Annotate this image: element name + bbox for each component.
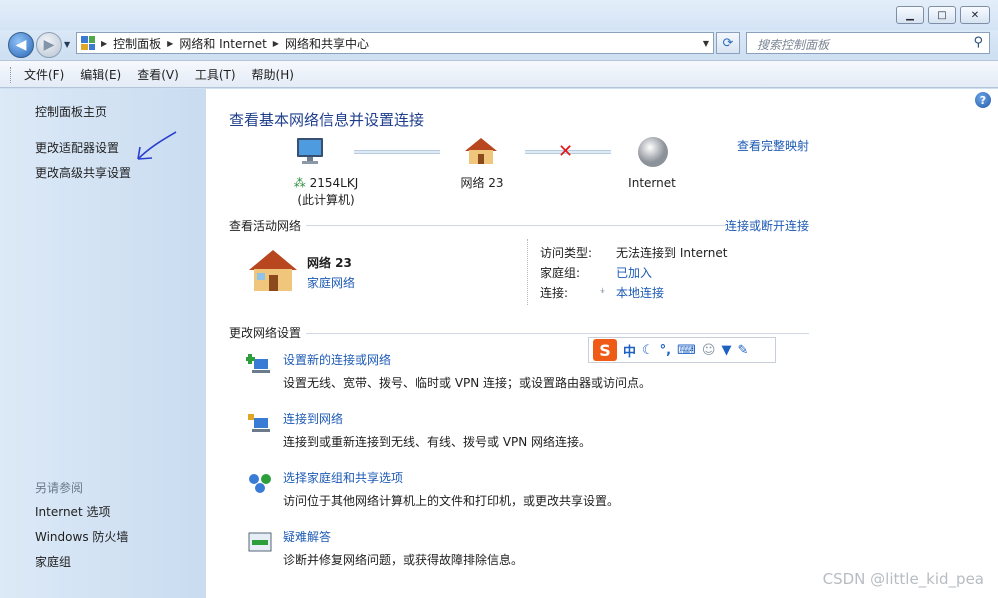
moon-icon[interactable]: ☾ — [642, 343, 654, 358]
close-button[interactable]: ✕ — [960, 6, 990, 24]
sogou-logo-icon[interactable]: S — [593, 339, 617, 361]
help-icon[interactable]: ? — [975, 92, 991, 108]
refresh-icon: ⟳ — [722, 35, 734, 51]
home-network-icon — [465, 138, 497, 164]
watermark: CSDN @little_kid_pea — [822, 570, 984, 588]
access-type-value: 无法连接到 Internet — [616, 246, 728, 260]
task-description: 设置无线、宽带、拨号、临时或 VPN 连接；或设置路由器或访问点。 — [283, 376, 652, 390]
ime-mode-toggle[interactable]: 中 — [623, 341, 636, 360]
task-description: 访问位于其他网络计算机上的文件和打印机，或更改共享设置。 — [283, 494, 620, 508]
task-description: 连接到或重新连接到无线、有线、拨号或 VPN 网络连接。 — [283, 435, 592, 449]
address-dropdown-icon[interactable]: ▼ — [703, 39, 709, 48]
refresh-button[interactable]: ⟳ — [716, 32, 740, 54]
address-bar[interactable]: ▶ 控制面板 ▶ 网络和 Internet ▶ 网络和共享中心 ▼ — [76, 32, 714, 54]
computer-name: 2154LKJ — [309, 176, 359, 190]
internet-globe-icon — [638, 137, 668, 167]
chevron-right-icon[interactable]: ▶ — [101, 39, 107, 48]
troubleshoot-link[interactable]: 疑难解答 — [283, 528, 331, 545]
forward-button[interactable]: ▶ — [36, 32, 62, 58]
keyboard-icon[interactable]: ⌨ — [677, 343, 696, 358]
sidebar-link-change-adapter-settings[interactable]: 更改适配器设置 — [35, 139, 119, 156]
address-row: ◀ ▶ ▼ ▶ 控制面板 ▶ 网络和 Internet ▶ 网络和共享中心 ▼ … — [0, 30, 998, 58]
maximize-button[interactable]: □ — [928, 6, 956, 24]
sidebar-link-internet-options[interactable]: Internet 选项 — [35, 503, 110, 520]
computer-node: ⁂ 2154LKJ (此计算机) — [266, 175, 386, 209]
sidebar: 控制面板主页 更改适配器设置 更改高级共享设置 另请参阅 Internet 选项… — [0, 89, 206, 598]
local-connection-link[interactable]: 本地连接 — [616, 284, 664, 301]
internet-node: Internet — [612, 175, 692, 192]
menu-tools[interactable]: 工具(T) — [195, 66, 236, 83]
search-input[interactable]: 搜索控制面板 ⚲ — [746, 32, 990, 54]
window-controls: ▁ □ ✕ — [896, 6, 990, 24]
active-network-name: 网络 23 — [307, 256, 352, 270]
control-panel-icon — [81, 36, 95, 50]
active-networks-heading: 查看活动网络 — [229, 219, 302, 233]
search-icon[interactable]: ⚲ — [973, 35, 983, 50]
minimize-button[interactable]: ▁ — [896, 6, 924, 24]
menu-view[interactable]: 查看(V) — [137, 66, 179, 83]
see-full-map-link[interactable]: 查看完整映射 — [737, 137, 809, 154]
network-connection-icon: ⁂ — [293, 176, 306, 190]
new-connection-icon — [246, 354, 270, 373]
sidebar-link-windows-firewall[interactable]: Windows 防火墙 — [35, 528, 128, 545]
connection-label: 连接: — [540, 286, 569, 300]
see-also-heading: 另请参阅 — [35, 481, 84, 495]
disconnected-x-icon[interactable]: ✕ — [558, 141, 573, 162]
section-divider — [306, 333, 809, 334]
sidebar-link-advanced-sharing-settings[interactable]: 更改高级共享设置 — [35, 164, 131, 181]
network-node-label: 网络 23 — [460, 176, 504, 190]
setup-new-connection-link[interactable]: 设置新的连接或网络 — [283, 351, 391, 368]
chevron-right-icon[interactable]: ▶ — [273, 39, 279, 48]
breadcrumb-control-panel[interactable]: 控制面板 — [113, 35, 161, 52]
menu-grip — [10, 67, 13, 83]
vertical-divider — [527, 239, 528, 305]
menu-help[interactable]: 帮助(H) — [252, 66, 294, 83]
back-button[interactable]: ◀ — [8, 32, 34, 58]
access-type-label: 访问类型: — [540, 246, 593, 260]
skin-icon[interactable]: ▼ — [721, 343, 731, 358]
computer-icon — [297, 138, 323, 164]
task-description: 诊断并修复网络问题，或获得故障排除信息。 — [283, 553, 524, 567]
handwritten-arrow-annotation — [137, 131, 177, 160]
chevron-right-icon[interactable]: ▶ — [167, 39, 173, 48]
homegroup-joined-link[interactable]: 已加入 — [616, 264, 652, 281]
network-node: 网络 23 — [442, 175, 522, 192]
wrench-icon[interactable]: ✎ — [737, 343, 748, 358]
internet-node-label: Internet — [628, 176, 676, 190]
network-type-link[interactable]: 家庭网络 — [307, 274, 355, 291]
breadcrumb-network-sharing-center[interactable]: 网络和共享中心 — [285, 35, 369, 52]
section-divider — [306, 225, 726, 226]
user-icon[interactable]: ☺ — [702, 343, 716, 358]
homegroup-label: 家庭组: — [540, 266, 581, 280]
sidebar-link-homegroup[interactable]: 家庭组 — [35, 553, 71, 570]
troubleshoot-icon — [248, 532, 272, 552]
menu-edit[interactable]: 编辑(E) — [80, 66, 121, 83]
ethernet-icon: ⍖ — [599, 283, 607, 297]
connect-disconnect-link[interactable]: 连接或断开连接 — [725, 217, 809, 234]
punctuation-icon[interactable]: °, — [660, 343, 671, 358]
recent-pages-dropdown[interactable]: ▼ — [64, 40, 70, 49]
homegroup-icon — [249, 474, 271, 493]
homegroup-sharing-options-link[interactable]: 选择家庭组和共享选项 — [283, 469, 403, 486]
ime-toolbar[interactable]: S 中 ☾ °, ⌨ ☺ ▼ ✎ — [588, 337, 776, 363]
page-title: 查看基本网络信息并设置连接 — [229, 111, 425, 129]
search-placeholder: 搜索控制面板 — [757, 38, 830, 52]
breadcrumb-network-internet[interactable]: 网络和 Internet — [179, 35, 266, 52]
title-bar: ▁ □ ✕ — [0, 0, 998, 30]
sidebar-link-control-panel-home[interactable]: 控制面板主页 — [35, 103, 107, 120]
connect-network-icon — [248, 414, 270, 432]
computer-subtitle: (此计算机) — [297, 193, 355, 207]
home-network-large-icon — [249, 250, 297, 291]
connect-to-network-link[interactable]: 连接到网络 — [283, 410, 343, 427]
change-settings-heading: 更改网络设置 — [229, 326, 302, 340]
menu-bar: 文件(F) 编辑(E) 查看(V) 工具(T) 帮助(H) — [0, 60, 998, 88]
connection-line — [354, 150, 440, 154]
menu-file[interactable]: 文件(F) — [24, 66, 64, 83]
